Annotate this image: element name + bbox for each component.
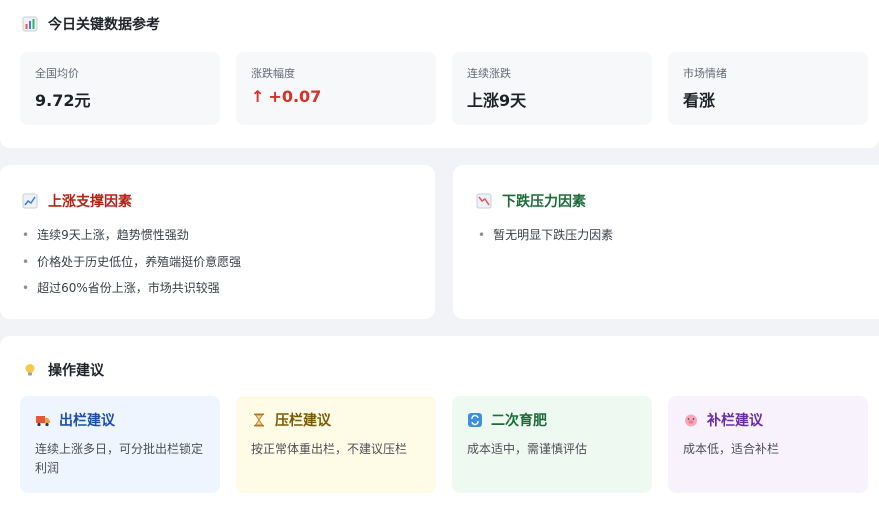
op-card-hold: 压栏建议 按正常体重出栏，不建议压栏 <box>236 396 436 493</box>
stat-value: 上涨9天 <box>467 91 527 110</box>
op-desc: 连续上涨多日，可分批出栏锁定利润 <box>35 442 204 475</box>
hourglass-icon <box>251 412 267 428</box>
op-head: 出栏建议 <box>35 410 205 430</box>
op-card-sell: 出栏建议 连续上涨多日，可分批出栏锁定利润 <box>20 396 220 493</box>
stat-value: 9.72元 <box>35 91 91 110</box>
stat-label: 涨跌幅度 <box>251 67 295 80</box>
bar-chart-icon <box>22 16 38 32</box>
stat-streak: 连续涨跌 上涨9天 <box>452 52 652 125</box>
key-data-header: 今日关键数据参考 <box>22 14 160 34</box>
stat-value: 看涨 <box>683 91 716 110</box>
fall-factors-title: 下跌压力因素 <box>502 194 586 210</box>
trend-up-icon <box>22 193 38 209</box>
op-desc: 成本低，适合补栏 <box>683 442 780 456</box>
fall-factors-header: 下跌压力因素 <box>476 191 586 211</box>
stat-change: 涨跌幅度 ↑ +0.07 <box>236 52 436 125</box>
operations-card: 操作建议 出栏建议 连续上涨多日，可分批出栏锁定利润 压栏建议 按正常体重出栏，… <box>0 336 879 510</box>
op-desc: 按正常体重出栏，不建议压栏 <box>251 442 408 456</box>
op-card-refatten: 二次育肥 成本适中，需谨慎评估 <box>452 396 652 493</box>
list-item: • 暂无明显下跌压力因素 <box>478 228 614 242</box>
op-desc: 成本适中，需谨慎评估 <box>467 442 588 456</box>
stat-change-value: +0.07 <box>268 87 322 106</box>
op-card-restock: 补栏建议 成本低，适合补栏 <box>668 396 868 493</box>
truck-icon <box>35 412 51 428</box>
fall-factor-list: • 暂无明显下跌压力因素 <box>478 227 613 254</box>
rise-factors-title: 上涨支撑因素 <box>48 194 132 210</box>
op-head: 二次育肥 <box>467 410 637 430</box>
list-item: • 连续9天上涨，趋势惯性强劲 <box>22 228 189 242</box>
op-title: 二次育肥 <box>491 413 547 429</box>
key-data-title: 今日关键数据参考 <box>48 17 160 33</box>
stat-sentiment: 市场情绪 看涨 <box>668 52 868 125</box>
operations-title: 操作建议 <box>48 363 104 379</box>
rise-factor-list: • 连续9天上涨，趋势惯性强劲 • 价格处于历史低位，养殖端挺价意愿强 • 超过60%… <box>22 227 241 307</box>
stat-avg-price: 全国均价 9.72元 <box>20 52 220 125</box>
stat-value: ↑ +0.07 <box>251 87 421 106</box>
operations-header: 操作建议 <box>22 360 104 380</box>
rise-factors-card: 上涨支撑因素 • 连续9天上涨，趋势惯性强劲 • 价格处于历史低位，养殖端挺价意愿强… <box>0 165 435 319</box>
list-item: • 超过60%省份上涨，市场共识较强 <box>22 281 220 295</box>
operation-list: 出栏建议 连续上涨多日，可分批出栏锁定利润 压栏建议 按正常体重出栏，不建议压栏 <box>20 396 868 493</box>
op-title: 补栏建议 <box>707 413 763 429</box>
op-title: 压栏建议 <box>275 413 331 429</box>
rise-factors-header: 上涨支撑因素 <box>22 191 132 211</box>
stat-label: 市场情绪 <box>683 67 727 80</box>
lightbulb-icon <box>22 362 38 378</box>
trend-down-icon <box>476 193 492 209</box>
op-head: 压栏建议 <box>251 410 421 430</box>
refresh-icon <box>467 412 483 428</box>
key-data-card: 今日关键数据参考 全国均价 9.72元 涨跌幅度 ↑ +0.07 连续涨跌 上涨… <box>0 0 879 148</box>
op-title: 出栏建议 <box>59 413 115 429</box>
up-arrow-icon: ↑ <box>251 87 265 106</box>
stat-list: 全国均价 9.72元 涨跌幅度 ↑ +0.07 连续涨跌 上涨9天 市场情绪 看… <box>20 52 868 125</box>
pig-icon <box>683 412 699 428</box>
fall-factors-card: 下跌压力因素 • 暂无明显下跌压力因素 <box>453 165 879 319</box>
op-head: 补栏建议 <box>683 410 853 430</box>
stat-label: 全国均价 <box>35 67 79 80</box>
stat-label: 连续涨跌 <box>467 67 511 80</box>
list-item: • 价格处于历史低位，养殖端挺价意愿强 <box>22 254 242 269</box>
